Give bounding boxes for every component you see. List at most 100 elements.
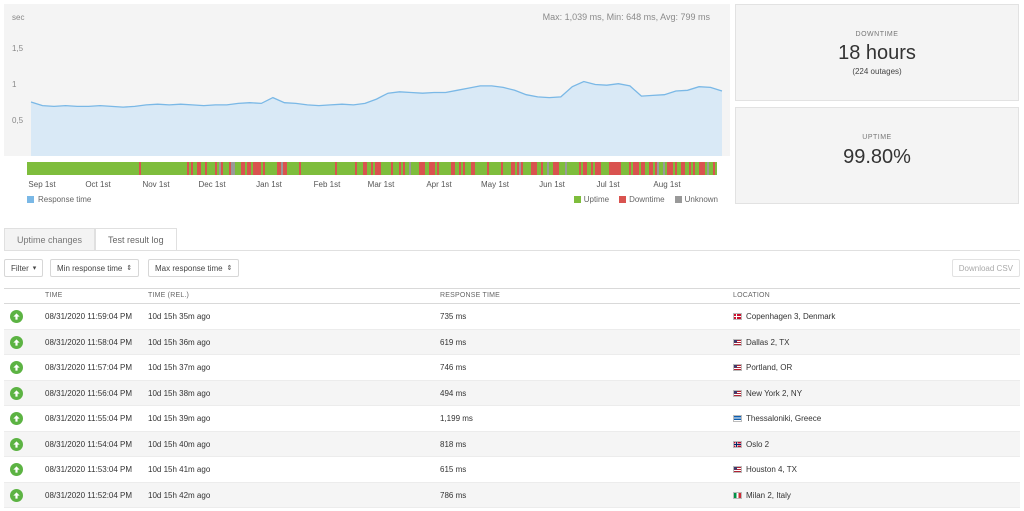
- cell-location: Houston 4, TX: [746, 465, 797, 474]
- table-row[interactable]: 08/31/2020 11:56:04 PM 10d 15h 38m ago 494…: [4, 380, 1020, 406]
- sort-max-response-button[interactable]: Max response time ⇕: [148, 259, 240, 277]
- sort-icon: ⇕: [126, 265, 133, 272]
- table-row[interactable]: 08/31/2020 11:57:04 PM 10d 15h 37m ago 746…: [4, 355, 1020, 381]
- denmark-flag-icon: [733, 313, 742, 320]
- table-row[interactable]: 08/31/2020 11:59:04 PM 10d 15h 35m ago 735…: [4, 304, 1020, 330]
- downtime-segment: [391, 162, 393, 175]
- downtime-segment: [379, 162, 381, 175]
- downtime-segment: [619, 162, 621, 175]
- downtime-summary: DOWNTIME 18 hours (224 outages): [735, 4, 1019, 101]
- downtime-segment: [233, 162, 235, 175]
- cell-time-rel: 10d 15h 38m ago: [148, 388, 211, 398]
- downtime-segment: [713, 162, 715, 175]
- cell-response-time: 786 ms: [440, 490, 467, 500]
- cell-time: 08/31/2020 11:56:04 PM: [45, 388, 133, 398]
- cell-time: 08/31/2020 11:58:04 PM: [45, 337, 133, 347]
- tab-uptime-changes[interactable]: Uptime changes: [4, 228, 96, 251]
- downtime-segment: [221, 162, 223, 175]
- download-csv-button[interactable]: Download CSV: [951, 259, 1020, 277]
- downtime-segment: [541, 162, 543, 175]
- downtime-segment: [651, 162, 653, 175]
- cell-location: Thessaloniki, Greece: [746, 414, 822, 423]
- legend-downtime[interactable]: Downtime: [619, 195, 665, 204]
- cell-time-rel: 10d 15h 40m ago: [148, 439, 211, 449]
- response-time-area: [31, 81, 722, 156]
- downtime-segment: [423, 162, 425, 175]
- cell-location: New York 2, NY: [746, 388, 803, 398]
- downtime-swatch: [619, 196, 627, 203]
- x-tick-label: Feb 1st: [313, 180, 341, 189]
- cell-location: Copenhagen 3, Denmark: [746, 312, 836, 321]
- legend-label: Response time: [38, 195, 92, 204]
- sort-label: Max response time: [155, 263, 223, 273]
- downtime-segment: [215, 162, 217, 175]
- status-up-icon: [10, 386, 23, 400]
- downtime-segment: [513, 162, 515, 175]
- downtime-segment: [643, 162, 645, 175]
- legend-uptime[interactable]: Uptime: [573, 195, 610, 204]
- downtime-segment: [409, 162, 411, 175]
- downtime-segment: [459, 162, 461, 175]
- downtime-segment: [579, 162, 581, 175]
- downtime-label: DOWNTIME: [855, 31, 899, 38]
- cell-time: 08/31/2020 11:53:04 PM: [45, 465, 133, 474]
- filter-dropdown[interactable]: Filter ▾: [4, 259, 44, 277]
- column-header-time[interactable]: TIME: [45, 292, 63, 299]
- cell-location: Milan 2, Italy: [746, 490, 791, 500]
- chart-stats: Max: 1,039 ms, Min: 648 ms, Avg: 799 ms: [542, 12, 710, 22]
- response-time-chart: Max: 1,039 ms, Min: 648 ms, Avg: 799 ms …: [4, 4, 730, 206]
- column-header-location[interactable]: LOCATION: [733, 292, 770, 299]
- table-row[interactable]: 08/31/2020 11:53:04 PM 10d 15h 41m ago 615…: [4, 457, 1020, 483]
- cell-time: 08/31/2020 11:55:04 PM: [45, 414, 133, 423]
- status-up-icon: [10, 437, 23, 451]
- x-tick-label: Aug 1st: [653, 180, 681, 189]
- y-tick-label: 1: [12, 80, 17, 89]
- us-flag-icon: [733, 338, 742, 346]
- x-tick-label: May 1st: [480, 180, 510, 189]
- table-header: TIME TIME (REL.) RESPONSE TIME LOCATION: [4, 288, 1020, 304]
- x-tick-label: Dec 1st: [198, 180, 226, 189]
- table-row[interactable]: 08/31/2020 11:54:04 PM 10d 15h 40m ago 818…: [4, 431, 1020, 457]
- legend-label: Unknown: [684, 195, 718, 204]
- test-result-table: TIME TIME (REL.) RESPONSE TIME LOCATION …: [4, 288, 1020, 508]
- downtime-segment: [707, 162, 709, 175]
- cell-time: 08/31/2020 11:52:04 PM: [45, 490, 133, 500]
- downtime-segment: [683, 162, 685, 175]
- log-tabs: Uptime changes Test result log: [4, 228, 177, 251]
- sort-min-response-button[interactable]: Min response time ⇕: [50, 259, 140, 277]
- downtime-segment: [199, 162, 201, 175]
- status-up-icon: [10, 412, 23, 425]
- table-row[interactable]: 08/31/2020 11:52:04 PM 10d 15h 42m ago 786…: [4, 482, 1020, 508]
- legend-response-time[interactable]: Response time: [27, 195, 91, 204]
- column-header-time-rel[interactable]: TIME (REL.): [148, 292, 189, 299]
- tab-test-result-log[interactable]: Test result log: [95, 228, 177, 251]
- downtime-segment: [599, 162, 601, 175]
- downtime-segment: [487, 162, 489, 175]
- x-tick-label: Apr 1st: [426, 180, 452, 189]
- uptime-status-bar: [27, 162, 717, 175]
- legend-unknown[interactable]: Unknown: [674, 195, 718, 204]
- legend-label: Uptime: [583, 195, 610, 204]
- table-row[interactable]: 08/31/2020 11:58:04 PM 10d 15h 36m ago 619…: [4, 329, 1020, 355]
- downtime-segment: [585, 162, 587, 175]
- downtime-segment: [693, 162, 695, 175]
- response-time-swatch: [27, 196, 34, 203]
- cell-location: Portland, OR: [746, 363, 793, 372]
- cell-time-rel: 10d 15h 41m ago: [148, 465, 211, 474]
- table-row[interactable]: 08/31/2020 11:55:04 PM 10d 15h 39m ago 1,1…: [4, 406, 1020, 432]
- downtime-segment: [365, 162, 367, 175]
- column-header-response-time[interactable]: RESPONSE TIME: [440, 292, 500, 299]
- uptime-summary: UPTIME 99.80%: [735, 107, 1019, 204]
- x-tick-label: Jan 1st: [256, 180, 282, 189]
- downtime-value: 18 hours: [838, 42, 916, 64]
- downtime-segment: [629, 162, 631, 175]
- outages-count: (224 outages): [852, 67, 902, 76]
- status-legend: Uptime Downtime Unknown: [573, 195, 718, 204]
- downtime-segment: [703, 162, 705, 175]
- cell-time: 08/31/2020 11:59:04 PM: [45, 312, 133, 321]
- downtime-segment: [259, 162, 261, 175]
- cell-time: 08/31/2020 11:57:04 PM: [45, 363, 133, 372]
- downtime-segment: [637, 162, 639, 175]
- downtime-segment: [433, 162, 435, 175]
- downtime-segment: [285, 162, 287, 175]
